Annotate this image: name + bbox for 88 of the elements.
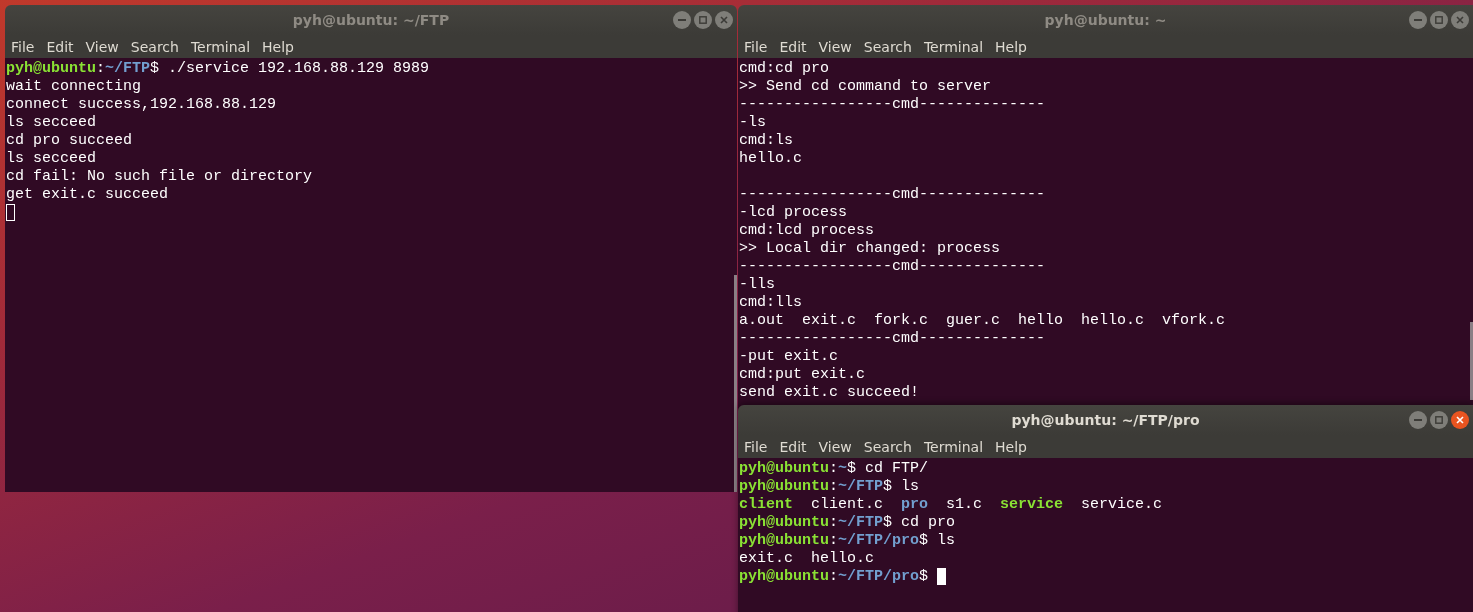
terminal-text: $ cd FTP/ (847, 460, 929, 477)
terminal-text: ~/FTP (838, 478, 884, 495)
terminal-text: ~ (838, 460, 848, 477)
minimize-icon (678, 19, 686, 21)
terminal-text: -put exit.c (739, 348, 839, 365)
menu-item[interactable]: View (85, 38, 119, 55)
terminal-text: get exit.c succeed (6, 186, 169, 203)
terminal-text: exit.c hello.c (739, 550, 875, 567)
terminal-text: hello.c (739, 150, 802, 167)
menu-item[interactable]: Help (995, 438, 1027, 455)
terminal-text: pyh@ubuntu (739, 514, 829, 531)
terminal-text: : (829, 514, 839, 531)
terminal-text: : (829, 568, 839, 585)
menu-item[interactable]: Terminal (923, 438, 984, 455)
menu-item[interactable]: View (818, 438, 852, 455)
minimize-icon (1414, 19, 1422, 21)
terminal-text: pyh@ubuntu (739, 478, 829, 495)
window-title: pyh@ubuntu: ~/FTP (292, 12, 450, 28)
terminal-text: $ cd pro (883, 514, 956, 531)
minimize-button[interactable] (673, 11, 691, 29)
terminal-text: >> Send cd command to server (739, 78, 992, 95)
scrollbar[interactable] (734, 275, 737, 492)
menu-item[interactable]: Edit (779, 438, 807, 455)
terminal-text: s1.c (945, 496, 984, 513)
terminal-text: -lls (739, 276, 775, 293)
terminal-text: $ ls (919, 532, 956, 549)
terminal-text: ~/FTP/pro (838, 568, 920, 585)
menu-item[interactable]: Help (262, 38, 294, 55)
menu-item[interactable]: File (744, 38, 768, 55)
menu-item[interactable]: Edit (46, 38, 74, 55)
terminal-text: service (1000, 496, 1064, 513)
window-title: pyh@ubuntu: ~/FTP/pro (1011, 412, 1200, 428)
terminal-text: ls secceed (6, 114, 96, 131)
terminal-text: cmd:put exit.c (739, 366, 866, 383)
terminal-text: pyh@ubuntu (739, 460, 829, 477)
menu-item[interactable]: File (744, 438, 768, 455)
terminal-text: pyh@ubuntu (6, 60, 96, 77)
terminal-text: ~/FTP (838, 514, 884, 531)
terminal-text: -----------------cmd-------------- (739, 330, 1046, 347)
terminal-text: wait connecting (6, 78, 142, 95)
terminal-text: -ls (739, 114, 766, 131)
minimize-icon (1414, 419, 1422, 421)
menu-item[interactable]: Search (863, 38, 912, 55)
terminal-text: ls secceed (6, 150, 96, 167)
close-button[interactable] (1451, 411, 1469, 429)
terminal-text: pyh@ubuntu (739, 568, 829, 585)
terminal-text: cmd:lls (739, 294, 802, 311)
maximize-button[interactable] (1430, 11, 1448, 29)
terminal-text: service.c (1080, 496, 1163, 513)
menu-item[interactable]: Search (863, 438, 912, 455)
maximize-button[interactable] (694, 11, 712, 29)
terminal-text: send exit.c succeed! (739, 384, 920, 401)
terminal-text: pyh@ubuntu (739, 532, 829, 549)
terminal-text: client.c (810, 496, 885, 513)
menu-item[interactable]: Terminal (190, 38, 251, 55)
terminal-text: pro (901, 496, 929, 513)
menu-item[interactable]: Search (130, 38, 179, 55)
minimize-button[interactable] (1409, 411, 1427, 429)
terminal-text: client (739, 496, 793, 513)
terminal-text: : (829, 478, 839, 495)
terminal-text: : (829, 460, 839, 477)
terminal-text: cmd:ls (739, 132, 793, 149)
terminal-text: -lcd process (739, 204, 848, 221)
terminal-text: $ (919, 568, 930, 585)
terminal-text: ~/FTP/pro (838, 532, 920, 549)
terminal-text: cmd:lcd process (739, 222, 875, 239)
terminal-text: $ ./service 192.168.88.129 8989 (150, 60, 430, 77)
terminal-text: -----------------cmd-------------- (739, 96, 1046, 113)
menu-item[interactable]: Help (995, 38, 1027, 55)
terminal-text: cd pro succeed (6, 132, 133, 149)
window-title: pyh@ubuntu: ~ (1044, 12, 1167, 28)
menu-item[interactable]: View (818, 38, 852, 55)
scrollbar[interactable] (1470, 322, 1473, 400)
menu-item[interactable]: Edit (779, 38, 807, 55)
terminal-text: a.out exit.c fork.c guer.c hello hello.c vfork.c (739, 312, 1226, 329)
terminal-text: cmd:cd pro (739, 60, 829, 77)
terminal-text: : (829, 532, 839, 549)
terminal-text: : (96, 60, 106, 77)
terminal-text: ~/FTP (105, 60, 151, 77)
menu-item[interactable]: File (11, 38, 35, 55)
terminal-text: cd fail: No such file or directory (6, 168, 313, 185)
terminal-text: -----------------cmd-------------- (739, 186, 1046, 203)
terminal-text: $ ls (883, 478, 920, 495)
menu-item[interactable]: Terminal (923, 38, 984, 55)
terminal-text: >> Local dir changed: process (739, 240, 1001, 257)
terminal-text: -----------------cmd-------------- (739, 258, 1046, 275)
terminal-text: connect success,192.168.88.129 (6, 96, 277, 113)
minimize-button[interactable] (1409, 11, 1427, 29)
